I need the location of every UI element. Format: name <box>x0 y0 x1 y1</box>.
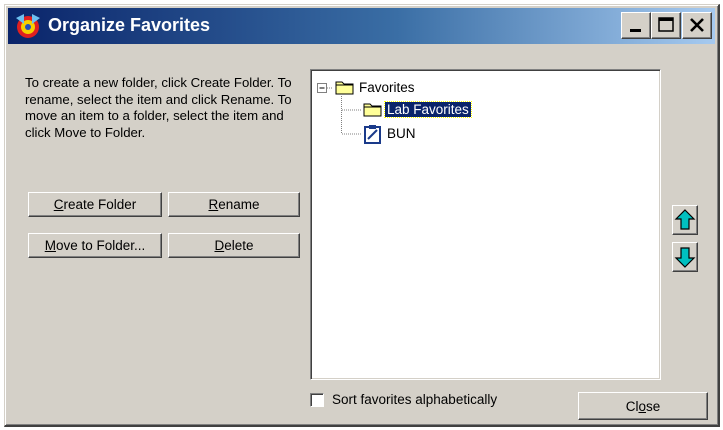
maximize-icon <box>658 17 674 32</box>
maximize-button[interactable] <box>651 12 681 39</box>
tree-node-lab-favorites[interactable]: Lab Favorites <box>384 101 472 118</box>
delete-label: Delete <box>214 238 253 253</box>
move-to-folder-label: Move to Folder... <box>45 238 146 253</box>
favorites-app-icon <box>16 14 40 38</box>
title-bar[interactable]: Organize Favorites <box>8 8 715 44</box>
create-folder-label: Create Folder <box>54 197 137 212</box>
close-text-end: se <box>646 398 661 414</box>
close-icon <box>690 18 704 32</box>
rename-text: ename <box>218 197 260 212</box>
favorites-tree[interactable]: Favorites Lab Favorites BUN <box>310 69 661 380</box>
delete-button[interactable]: Delete <box>168 233 300 258</box>
move-to-folder-text: ove to Folder... <box>55 238 146 253</box>
sort-alphabetically-label[interactable]: Sort favorites alphabetically <box>332 392 497 407</box>
create-folder-button[interactable]: Create Folder <box>28 192 162 217</box>
create-folder-text: reate Folder <box>63 197 137 212</box>
rename-label: Rename <box>208 197 259 212</box>
close-accelerator: o <box>638 398 646 414</box>
close-text-start: Cl <box>625 398 639 414</box>
move-down-button[interactable] <box>672 242 698 272</box>
arrow-up-icon <box>674 209 696 230</box>
close-window-button[interactable] <box>682 12 712 39</box>
delete-text: elete <box>224 238 254 253</box>
sort-alphabetically-checkbox[interactable] <box>310 393 324 407</box>
move-to-folder-button[interactable]: Move to Folder... <box>28 233 162 258</box>
move-to-folder-accelerator: M <box>44 238 56 253</box>
delete-accelerator: D <box>214 238 225 253</box>
tree-node-favorites[interactable]: Favorites <box>359 80 415 95</box>
root-folder-icon <box>335 81 354 95</box>
lab-favorites-folder-icon <box>363 103 382 117</box>
rename-accelerator: R <box>208 197 219 212</box>
minimize-icon <box>630 29 641 32</box>
close-button[interactable]: Close <box>578 392 708 420</box>
close-label: Close <box>626 399 661 414</box>
organize-favorites-window: Organize Favorites To create a new folde… <box>4 4 720 427</box>
window-title: Organize Favorites <box>48 15 211 35</box>
instructions-text: To create a new folder, click Create Fol… <box>25 75 292 140</box>
move-up-button[interactable] <box>672 205 698 235</box>
minimize-button[interactable] <box>621 12 651 39</box>
create-folder-accelerator: C <box>53 197 64 212</box>
arrow-down-icon <box>674 247 696 268</box>
rename-button[interactable]: Rename <box>168 192 300 217</box>
clipboard-icon <box>364 125 381 144</box>
tree-node-bun[interactable]: BUN <box>387 126 416 141</box>
